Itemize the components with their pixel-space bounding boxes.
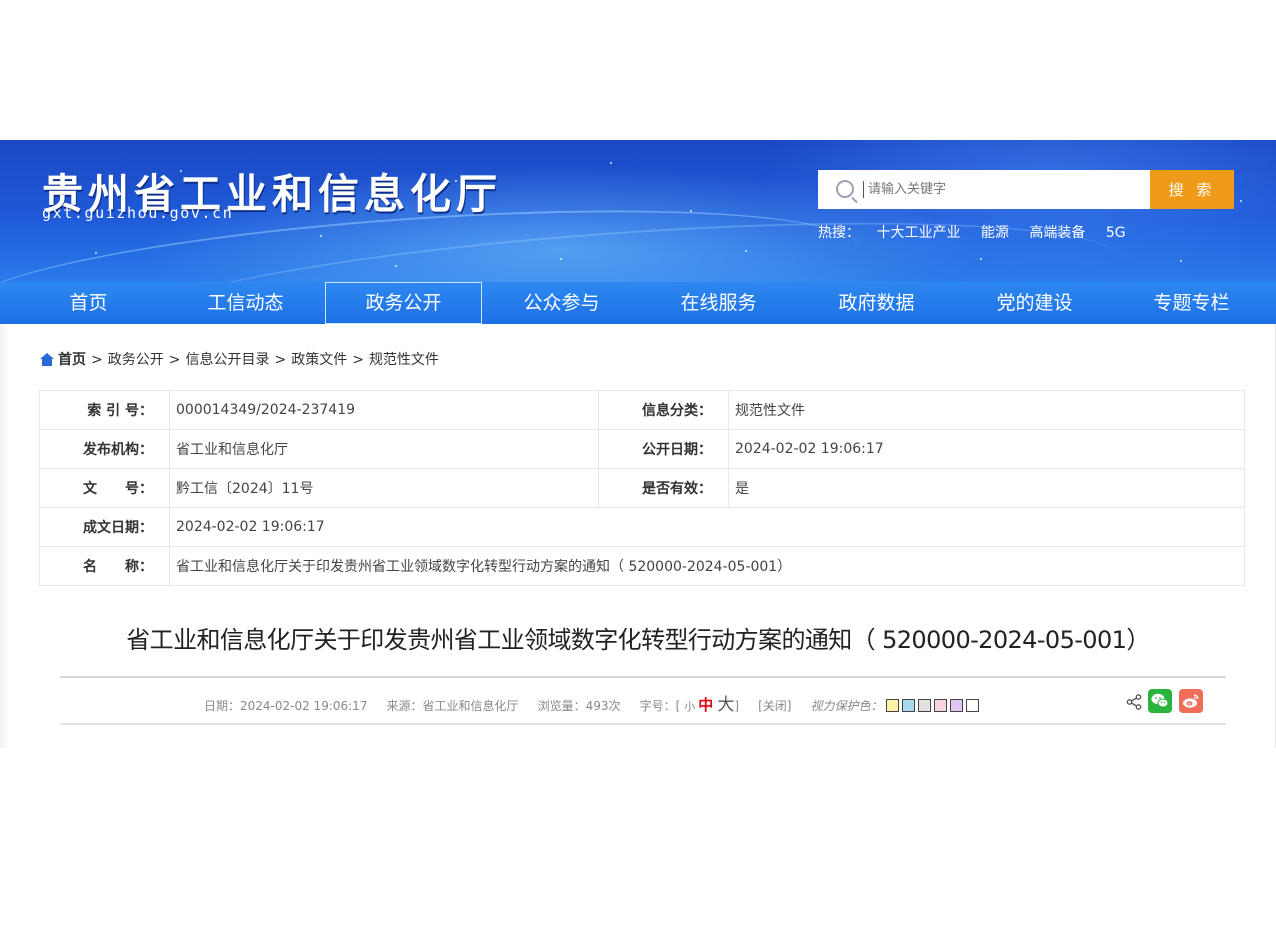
document-meta-table: 索 引 号： 000014349/2024-237419 信息分类： 规范性文件… <box>39 390 1245 586</box>
eye-care-swatch-yellow[interactable] <box>885 699 899 712</box>
search-button[interactable]: 搜 索 <box>1150 170 1234 209</box>
meta-label-valid: 是否有效： <box>598 468 729 508</box>
meta-label-publish-date: 公开日期： <box>598 429 729 469</box>
article-title: 省工业和信息化厅关于印发贵州省工业领域数字化转型行动方案的通知（ 520000-… <box>126 626 1150 654</box>
font-size-label: 字号：[ <box>639 699 681 713</box>
eye-care-swatch-white[interactable] <box>965 699 979 712</box>
table-row: 索 引 号： 000014349/2024-237419 信息分类： 规范性文件 <box>39 390 1245 430</box>
table-row: 名 称： 省工业和信息化厅关于印发贵州省工业领域数字化转型行动方案的通知（ 52… <box>39 546 1245 586</box>
font-size-medium-button[interactable]: 中 <box>698 696 713 714</box>
search-box <box>818 170 1150 209</box>
meta-label-created-date: 成文日期： <box>39 507 170 547</box>
wechat-icon <box>1151 693 1169 708</box>
table-row: 成文日期： 2024-02-02 19:06:17 <box>39 507 1245 547</box>
font-size-small-button[interactable]: 小 <box>684 700 695 713</box>
meta-label-category: 信息分类： <box>598 390 729 430</box>
eye-care-swatch-blue[interactable] <box>901 699 915 712</box>
nav-item-party-building[interactable]: 党的建设 <box>956 282 1113 324</box>
nav-item-news[interactable]: 工信动态 <box>167 282 324 324</box>
search-input[interactable] <box>868 170 1138 209</box>
meta-label-index-no: 索 引 号： <box>39 390 170 430</box>
meta-value-valid: 是 <box>728 468 1245 508</box>
breadcrumb-item[interactable]: 政务公开 <box>108 352 164 368</box>
hot-search-item[interactable]: 5G <box>1106 225 1126 241</box>
site-logo-domain: gxt.guizhou.gov.cn <box>42 204 234 222</box>
wechat-share-button[interactable] <box>1148 689 1172 713</box>
nav-item-gov-affairs[interactable]: 政务公开 <box>325 282 482 324</box>
breadcrumb-item[interactable]: 政策文件 <box>291 352 347 368</box>
breadcrumb-item-home[interactable]: 首页 <box>58 352 86 368</box>
meta-label-doc-no: 文 号： <box>39 468 170 508</box>
article-views: 浏览量：493次 <box>537 699 621 713</box>
hot-search-item[interactable]: 能源 <box>981 225 1009 241</box>
breadcrumb-item[interactable]: 信息公开目录 <box>185 352 269 368</box>
nav-item-public-participation[interactable]: 公众参与 <box>483 282 640 324</box>
eye-care-swatch-pink[interactable] <box>933 699 947 712</box>
breadcrumb-item[interactable]: 规范性文件 <box>369 352 439 368</box>
eye-care-swatch-purple[interactable] <box>949 699 963 712</box>
main-nav: 首页 工信动态 政务公开 公众参与 在线服务 政府数据 党的建设 专题专栏 <box>0 282 1276 324</box>
page-frame: 贵州省工业和信息化厅 gxt.guizhou.gov.cn 搜 索 热搜： 十大… <box>0 140 1276 748</box>
share-icon[interactable] <box>1126 694 1142 710</box>
nav-item-gov-data[interactable]: 政府数据 <box>798 282 955 324</box>
weibo-share-button[interactable] <box>1179 689 1203 713</box>
meta-value-created-date: 2024-02-02 19:06:17 <box>169 507 1245 547</box>
hot-search-words: 热搜： 十大工业产业 能源 高端装备 5G <box>818 222 1142 242</box>
home-icon <box>40 353 54 366</box>
article-date: 日期：2024-02-02 19:06:17 <box>204 699 368 713</box>
weibo-icon <box>1183 694 1199 708</box>
table-row: 文 号： 黔工信〔2024〕11号 是否有效： 是 <box>39 468 1245 508</box>
table-row: 发布机构： 省工业和信息化厅 公开日期： 2024-02-02 19:06:17 <box>39 429 1245 469</box>
eye-care-swatch-gray[interactable] <box>917 699 931 712</box>
divider <box>60 676 1226 678</box>
meta-value-publisher: 省工业和信息化厅 <box>169 429 599 469</box>
meta-label-name: 名 称： <box>39 546 170 586</box>
nav-item-home[interactable]: 首页 <box>10 282 167 324</box>
meta-label-publisher: 发布机构： <box>39 429 170 469</box>
font-size-large-button[interactable]: 大 <box>717 695 734 715</box>
close-page-button[interactable]: [关闭] <box>758 699 791 713</box>
hot-search-label: 热搜： <box>818 225 860 241</box>
search-icon <box>836 180 854 198</box>
divider <box>60 723 1226 725</box>
hot-search-item[interactable]: 十大工业产业 <box>876 225 960 241</box>
text-cursor <box>863 181 864 198</box>
breadcrumb: 首页 > 政务公开 > 信息公开目录 > 政策文件 > 规范性文件 <box>40 349 439 369</box>
meta-value-name: 省工业和信息化厅关于印发贵州省工业领域数字化转型行动方案的通知（ 520000-… <box>169 546 1245 586</box>
hot-search-item[interactable]: 高端装备 <box>1029 225 1085 241</box>
meta-value-index-no: 000014349/2024-237419 <box>169 390 599 430</box>
article-source: 来源：省工业和信息化厅 <box>386 699 519 713</box>
nav-item-special-topics[interactable]: 专题专栏 <box>1113 282 1270 324</box>
font-size-bracket: ] <box>734 699 739 713</box>
meta-value-publish-date: 2024-02-02 19:06:17 <box>728 429 1245 469</box>
eye-care-label: 视力保护色： <box>810 699 883 713</box>
article-info-bar: 日期：2024-02-02 19:06:17 来源：省工业和信息化厅 浏览量：4… <box>204 690 979 715</box>
meta-value-doc-no: 黔工信〔2024〕11号 <box>169 468 599 508</box>
main-content: 首页 > 政务公开 > 信息公开目录 > 政策文件 > 规范性文件 索 引 号： 0000143… <box>0 324 1276 748</box>
nav-item-online-services[interactable]: 在线服务 <box>640 282 797 324</box>
meta-value-category: 规范性文件 <box>728 390 1245 430</box>
site-header-banner: 贵州省工业和信息化厅 gxt.guizhou.gov.cn 搜 索 热搜： 十大… <box>0 140 1276 282</box>
